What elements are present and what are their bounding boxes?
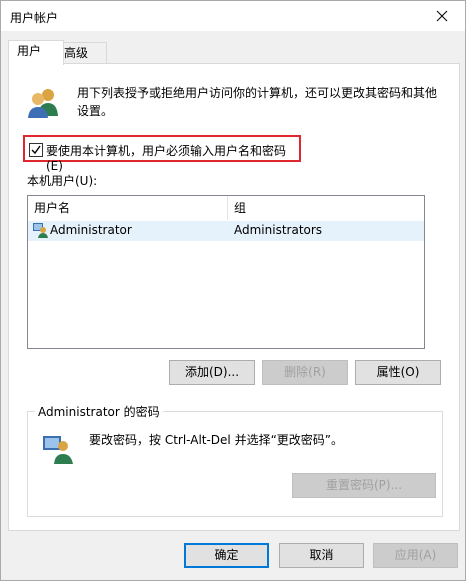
add-button[interactable]: 添加(D)... xyxy=(169,360,255,385)
intro-text: 用下列表授予或拒绝用户访问你的计算机，还可以更改其密码和其他设置。 xyxy=(77,86,438,118)
tab-users-label: 用户 xyxy=(17,44,42,58)
checkmark-icon xyxy=(31,145,41,155)
ok-button[interactable]: 确定 xyxy=(184,543,269,568)
column-header-group[interactable]: 组 xyxy=(228,196,424,220)
local-users-label: 本机用户(U): xyxy=(27,174,98,188)
user-accounts-window: 用户帐户 用户 高级 用下列表授予或拒绝用户访问你的计算机，还可以更改其密码和其… xyxy=(0,0,466,581)
password-user-icon xyxy=(42,432,74,467)
window-title: 用户帐户 xyxy=(10,11,59,25)
row-username: Administrator xyxy=(50,223,132,237)
require-password-label[interactable]: 要使用本计算机，用户必须输入用户名和密码(E) xyxy=(46,142,299,173)
reset-password-button[interactable]: 重置密码(P)... xyxy=(292,473,436,498)
properties-button[interactable]: 属性(O) xyxy=(355,360,441,385)
local-users-list[interactable]: 用户名 组 Administrator Administrators xyxy=(27,195,425,349)
close-button[interactable] xyxy=(419,1,465,31)
tab-advanced-label: 高级 xyxy=(64,46,89,60)
users-panel: 用下列表授予或拒绝用户访问你的计算机，还可以更改其密码和其他设置。 要使用本计算… xyxy=(8,63,460,531)
apply-button[interactable]: 应用(A) xyxy=(373,543,458,568)
table-row[interactable]: Administrator Administrators xyxy=(28,221,424,241)
close-icon xyxy=(436,10,448,22)
cancel-button[interactable]: 取消 xyxy=(279,543,364,568)
password-group-title: Administrator 的密码 xyxy=(35,403,163,420)
remove-button[interactable]: 删除(R) xyxy=(262,360,348,385)
require-password-checkbox[interactable] xyxy=(29,143,43,157)
password-groupbox: Administrator 的密码 要改密码，按 Ctrl-Alt-Del 并选… xyxy=(27,403,443,517)
tab-users[interactable]: 用户 xyxy=(8,40,64,65)
title-bar: 用户帐户 xyxy=(1,1,465,31)
column-header-username[interactable]: 用户名 xyxy=(28,196,228,220)
row-group: Administrators xyxy=(234,223,323,237)
require-password-highlight: 要使用本计算机，用户必须输入用户名和密码(E) xyxy=(23,135,301,173)
users-icon xyxy=(27,86,61,123)
user-icon xyxy=(32,222,48,241)
password-group-text: 要改密码，按 Ctrl-Alt-Del 并选择“更改密码”。 xyxy=(89,433,344,447)
